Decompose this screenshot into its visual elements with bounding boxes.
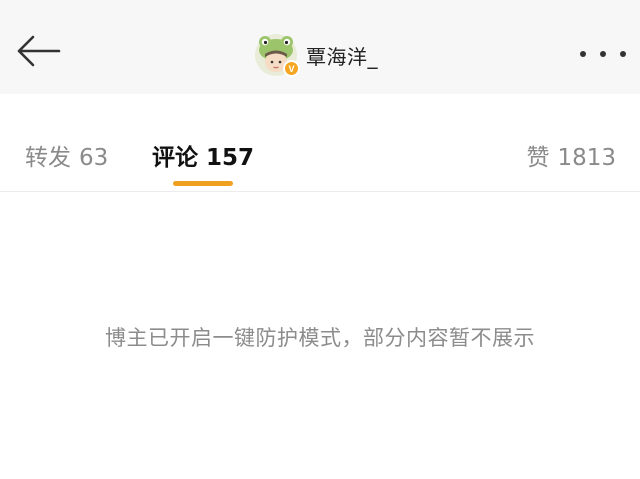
tab-count: 1813 [557,145,616,171]
tab-label: 评论 [152,145,198,171]
tab-label: 转发 [25,145,71,171]
tab-comment[interactable]: 评论 157 [152,138,254,172]
post-author[interactable]: V 覃海洋_ [254,33,378,77]
weibo-comments-screen: V 覃海洋_ 转发 63 评论 157 赞 1813 博主已开启一键防护模式，部分内容… [0,0,640,479]
protection-notice: 博主已开启一键防护模式，部分内容暂不展示 [105,326,535,350]
ellipsis-dot-icon [620,51,626,57]
back-button[interactable] [12,30,64,76]
verified-badge: V [283,60,300,77]
top-navbar: V 覃海洋_ [0,0,640,94]
ellipsis-dot-icon [580,51,586,57]
post-tabs: 转发 63 评论 157 赞 1813 [0,112,640,192]
more-button[interactable] [580,40,626,68]
username[interactable]: 覃海洋_ [306,41,378,70]
tab-count: 63 [79,145,109,171]
ellipsis-dot-icon [600,51,606,57]
tab-label: 赞 [526,145,550,171]
active-tab-indicator [173,181,233,186]
arrow-left-icon [15,34,61,72]
tab-like[interactable]: 赞 1813 [526,138,616,172]
tab-count: 157 [206,145,255,171]
tab-repost[interactable]: 转发 63 [25,138,108,172]
avatar[interactable]: V [254,33,300,77]
